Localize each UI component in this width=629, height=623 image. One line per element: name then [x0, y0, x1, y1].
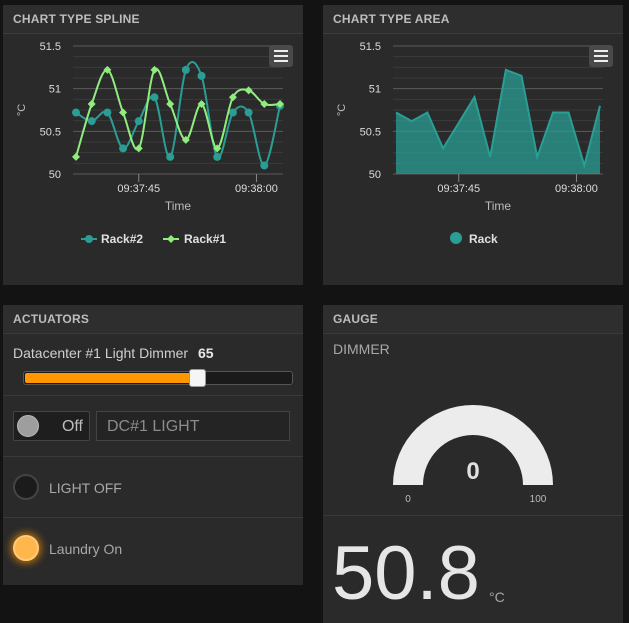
spline-chart-card: CHART TYPE SPLINE 51.5 51 50.5 50 09:37:45 09… [3, 5, 303, 285]
data-point-rack2 [213, 152, 222, 161]
light-off-label: LIGHT OFF [49, 480, 122, 496]
laundry-on-label: Laundry On [49, 541, 123, 557]
data-point-rack1 [244, 86, 253, 95]
actuators-title: ACTUATORS [3, 305, 303, 334]
data-point-rack2 [244, 108, 253, 117]
data-point-rack2 [260, 161, 269, 170]
light-off-indicator-icon[interactable] [13, 474, 39, 500]
y-tick-label: 50 [49, 169, 61, 181]
dimmer-slider-value: 65 [198, 345, 214, 361]
data-point-rack2 [197, 71, 206, 80]
toggle-name-field: DC#1 LIGHT [96, 411, 290, 441]
x-tick-label: 09:38:00 [235, 183, 278, 195]
data-point-rack1 [166, 100, 175, 109]
data-point-rack2 [119, 144, 128, 153]
toggle-name-label: DC#1 LIGHT [107, 418, 200, 435]
x-axis-title: Time [485, 199, 512, 213]
y-tick-label: 51.5 [40, 41, 61, 53]
area-chart-title: CHART TYPE AREA [323, 5, 623, 34]
data-point-rack2 [166, 152, 175, 161]
dimmer-slider[interactable] [23, 369, 293, 387]
y-tick-label: 51 [49, 84, 61, 96]
toggle-state-label: Off [61, 418, 83, 435]
light-toggle[interactable]: Off [13, 411, 90, 441]
menu-icon [274, 50, 288, 52]
gauge-divider [323, 515, 623, 516]
area-chart: 51.5 51 50.5 50 09:37:45 09:38:00 Time °C Rack [336, 41, 603, 246]
legend-marker-rack [450, 232, 462, 244]
x-tick-label: 09:38:00 [555, 183, 598, 195]
menu-icon-bar [274, 60, 288, 62]
legend-label-rack: Rack [469, 232, 498, 246]
actuators-divider [3, 456, 303, 457]
legend-label-rack2: Rack#2 [101, 232, 143, 246]
x-tick-label: 09:37:45 [117, 183, 160, 195]
legend-marker-rack2 [85, 235, 93, 243]
area-chart-card: CHART TYPE AREA 51.5 51 50.5 50 09:37:45 09:3… [323, 5, 623, 285]
toggle-knob-icon [17, 415, 39, 437]
y-tick-label: 50.5 [360, 126, 381, 138]
data-point-rack2 [228, 108, 237, 117]
legend-marker-rack1 [167, 235, 175, 243]
data-point-rack2 [103, 108, 112, 117]
laundry-on-indicator-icon[interactable] [13, 535, 39, 561]
y-axis-title: °C [336, 104, 348, 116]
temperature-unit: °C [489, 589, 505, 605]
spline-chart-menu-button[interactable] [269, 45, 293, 67]
actuators-divider [3, 395, 303, 396]
gauge-card: GAUGE DIMMER 0 0 100 50.8 °C [323, 305, 623, 623]
data-point-rack1 [72, 152, 80, 161]
menu-icon [594, 50, 608, 52]
gauge-max-label: 100 [530, 494, 547, 505]
actuators-divider [3, 517, 303, 518]
dimmer-slider-label: Datacenter #1 Light Dimmer [13, 345, 189, 361]
data-point-rack1 [134, 144, 143, 153]
y-tick-label: 50 [369, 169, 381, 181]
x-axis-title: Time [165, 199, 192, 213]
dimmer-slider-fill [25, 373, 198, 383]
menu-icon-bar [274, 55, 288, 57]
data-point-rack2 [87, 117, 96, 126]
x-tick-label: 09:37:45 [437, 183, 480, 195]
menu-icon-bar [594, 55, 608, 57]
area-chart-menu-button[interactable] [589, 45, 613, 67]
gauge-min-label: 0 [405, 494, 411, 505]
data-point-rack2 [181, 65, 190, 74]
data-point-rack2 [134, 117, 143, 126]
y-tick-label: 51.5 [360, 41, 381, 53]
data-point-rack1 [87, 100, 96, 109]
spline-chart: 51.5 51 50.5 50 09:37:45 09:38:00 Time °C Rack#2… [16, 41, 284, 246]
temperature-value: 50.8 [332, 531, 480, 616]
data-point-rack2 [150, 93, 159, 102]
gauge-subtitle: DIMMER [333, 341, 390, 357]
y-tick-label: 50.5 [40, 126, 61, 138]
data-point-rack2 [72, 108, 80, 117]
y-tick-label: 51 [369, 84, 381, 96]
legend-label-rack1: Rack#1 [184, 232, 226, 246]
dimmer-slider-handle[interactable] [188, 369, 206, 387]
spline-chart-title: CHART TYPE SPLINE [3, 5, 303, 34]
actuators-card: ACTUATORS Datacenter #1 Light Dimmer 65 … [3, 305, 303, 585]
dimmer-gauge: 0 0 100 [393, 405, 553, 505]
gauge-value: 0 [466, 458, 479, 485]
area-fill-rack [396, 69, 600, 174]
y-axis-title: °C [16, 104, 28, 116]
gauge-title: GAUGE [323, 305, 623, 334]
menu-icon-bar [594, 60, 608, 62]
